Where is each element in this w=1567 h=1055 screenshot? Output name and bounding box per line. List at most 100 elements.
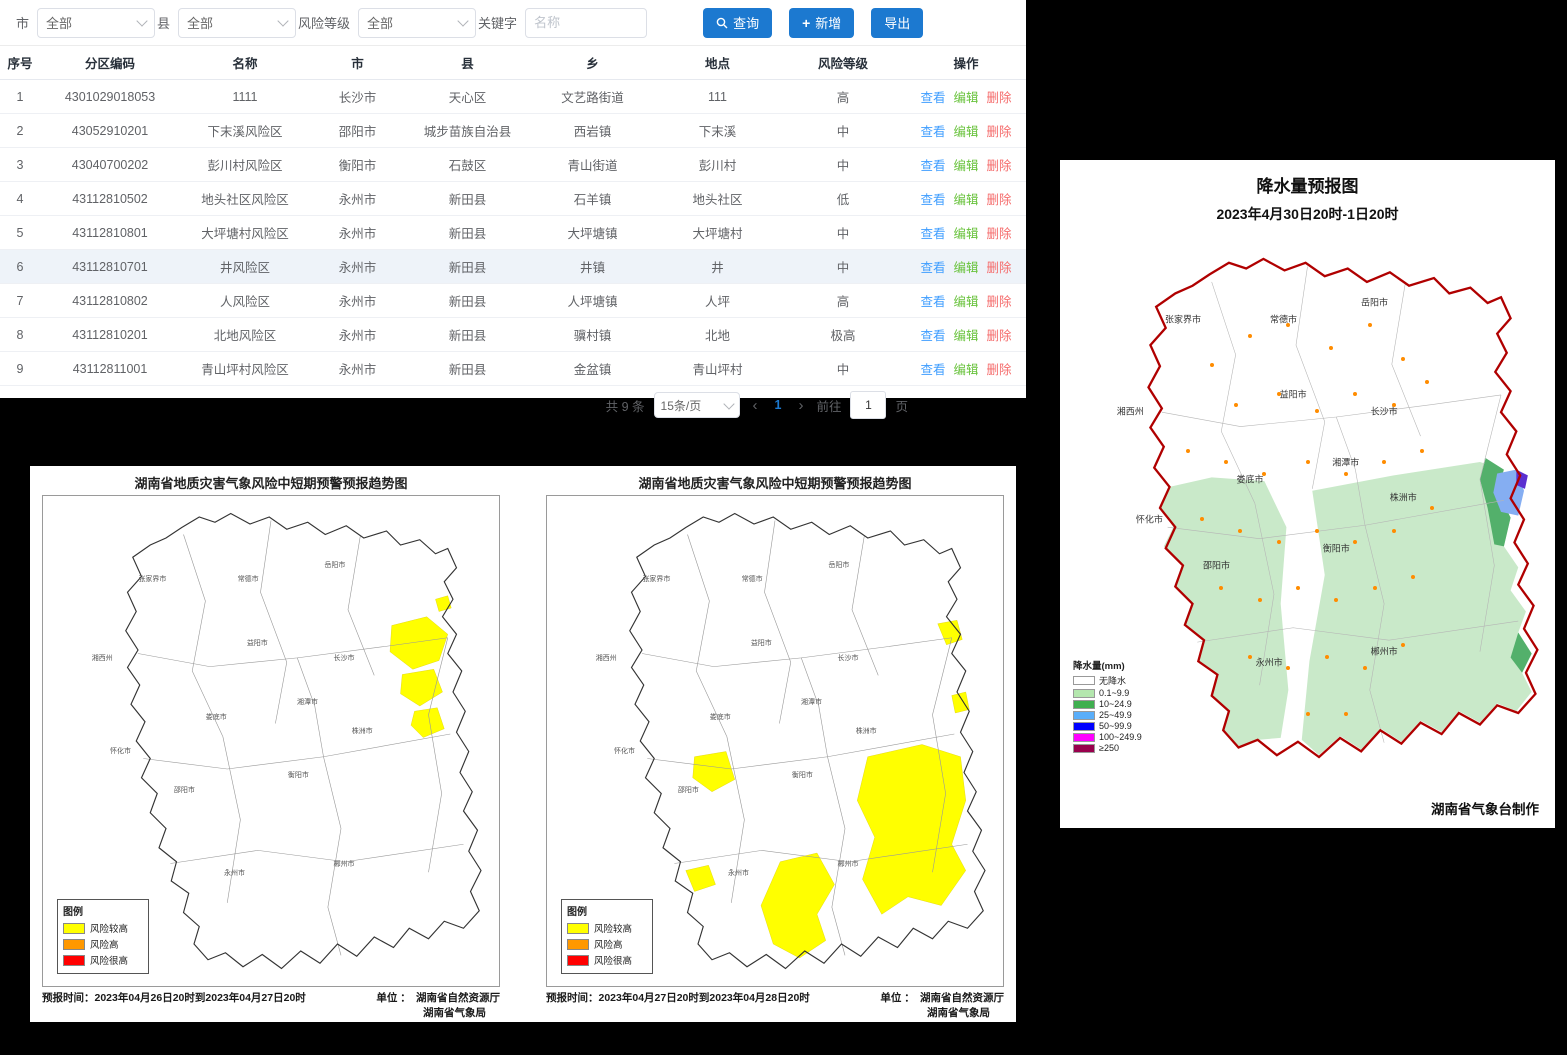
edit-link[interactable]: 编辑 bbox=[953, 329, 978, 343]
table-cell: 彭川村 bbox=[655, 148, 780, 182]
table-cell: 下末溪风险区 bbox=[180, 114, 310, 148]
edit-link[interactable]: 编辑 bbox=[953, 261, 978, 275]
goto-page-input[interactable] bbox=[850, 391, 886, 419]
current-page[interactable]: 1 bbox=[771, 398, 786, 412]
view-link[interactable]: 查看 bbox=[920, 193, 945, 207]
view-link[interactable]: 查看 bbox=[920, 159, 945, 173]
edit-link[interactable]: 编辑 bbox=[953, 159, 978, 173]
legend-label: ≥250 bbox=[1099, 743, 1119, 753]
table-row[interactable]: 943112811001青山坪村风险区永州市新田县金盆镇青山坪村中查看编辑删除 bbox=[0, 352, 1026, 386]
plus-icon: + bbox=[802, 16, 810, 30]
pagination-total: 共 9 条 bbox=[606, 396, 645, 415]
city-select-value: 全部 bbox=[46, 13, 72, 32]
legend-label: 风险高 bbox=[594, 937, 623, 951]
precip-map-title: 降水量预报图 bbox=[1060, 160, 1555, 197]
col-header-code: 分区编码 bbox=[40, 46, 180, 80]
delete-link[interactable]: 删除 bbox=[987, 125, 1012, 139]
table-row[interactable]: 643112810701井风险区永州市新田县井镇井中查看编辑删除 bbox=[0, 250, 1026, 284]
actions-cell: 查看编辑删除 bbox=[906, 148, 1026, 182]
prev-page-button[interactable]: ‹ bbox=[749, 397, 762, 414]
table-cell: 4 bbox=[0, 182, 40, 216]
delete-link[interactable]: 删除 bbox=[987, 363, 1012, 377]
chevron-down-icon bbox=[136, 15, 147, 26]
legend-item: 风险很高 bbox=[567, 953, 647, 967]
keyword-filter-label: 关键字 bbox=[478, 13, 517, 32]
edit-link[interactable]: 编辑 bbox=[953, 125, 978, 139]
city-filter-label: 市 bbox=[16, 13, 29, 32]
edit-link[interactable]: 编辑 bbox=[953, 91, 978, 105]
filter-bar: 市 全部 县 全部 风险等级 全部 关键字 查询 bbox=[0, 0, 1026, 46]
col-header-risk: 风险等级 bbox=[780, 46, 906, 80]
county-filter-label: 县 bbox=[157, 13, 170, 32]
table-row[interactable]: 743112810802人风险区永州市新田县人坪塘镇人坪高查看编辑删除 bbox=[0, 284, 1026, 318]
delete-link[interactable]: 删除 bbox=[987, 329, 1012, 343]
view-link[interactable]: 查看 bbox=[920, 329, 945, 343]
table-row[interactable]: 443112810502地头社区风险区永州市新田县石羊镇地头社区低查看编辑删除 bbox=[0, 182, 1026, 216]
chevron-down-icon bbox=[457, 15, 468, 26]
app-root: 市 全部 县 全部 风险等级 全部 关键字 查询 bbox=[0, 0, 1567, 1055]
table-cell: 人坪 bbox=[655, 284, 780, 318]
view-link[interactable]: 查看 bbox=[920, 125, 945, 139]
col-header-town: 乡 bbox=[530, 46, 655, 80]
view-link[interactable]: 查看 bbox=[920, 363, 945, 377]
view-link[interactable]: 查看 bbox=[920, 91, 945, 105]
legend-swatch bbox=[1073, 722, 1095, 731]
delete-link[interactable]: 删除 bbox=[987, 261, 1012, 275]
edit-link[interactable]: 编辑 bbox=[953, 295, 978, 309]
table-cell: 新田县 bbox=[405, 284, 530, 318]
delete-link[interactable]: 删除 bbox=[987, 193, 1012, 207]
table-cell: 石羊镇 bbox=[530, 182, 655, 216]
delete-link[interactable]: 删除 bbox=[987, 91, 1012, 105]
table-cell: 43112810201 bbox=[40, 318, 180, 352]
risk-level-select[interactable]: 全部 bbox=[358, 8, 476, 38]
table-cell: 1111 bbox=[180, 80, 310, 114]
precip-panel: 降水量预报图 2023年4月30日20时-1日20时 湘西州张家界市常德市岳阳市… bbox=[1060, 160, 1555, 828]
legend-title: 图例 bbox=[63, 903, 143, 918]
delete-link[interactable]: 删除 bbox=[987, 227, 1012, 241]
table-cell: 中 bbox=[780, 352, 906, 386]
edit-link[interactable]: 编辑 bbox=[953, 363, 978, 377]
edit-link[interactable]: 编辑 bbox=[953, 227, 978, 241]
table-row[interactable]: 243052910201下末溪风险区邵阳市城步苗族自治县西岩镇下末溪中查看编辑删… bbox=[0, 114, 1026, 148]
view-link[interactable]: 查看 bbox=[920, 227, 945, 241]
legend-item: 风险高 bbox=[567, 937, 647, 951]
unit-label: 单位 ： bbox=[376, 992, 405, 1004]
table-cell: 骥村镇 bbox=[530, 318, 655, 352]
add-button[interactable]: + 新增 bbox=[789, 8, 854, 38]
table-row[interactable]: 343040700202彭川村风险区衡阳市石鼓区青山街道彭川村中查看编辑删除 bbox=[0, 148, 1026, 182]
legend-item: 风险很高 bbox=[63, 953, 143, 967]
legend-label: 风险较高 bbox=[594, 921, 632, 935]
table-cell: 永州市 bbox=[310, 182, 405, 216]
export-button[interactable]: 导出 bbox=[871, 8, 923, 38]
delete-link[interactable]: 删除 bbox=[987, 295, 1012, 309]
view-link[interactable]: 查看 bbox=[920, 295, 945, 309]
view-link[interactable]: 查看 bbox=[920, 261, 945, 275]
col-header-county: 县 bbox=[405, 46, 530, 80]
trend-charts-panel: 湖南省地质灾害气象风险中短期预警预报趋势图 湘西州张家界市常德市岳阳市益阳市长沙… bbox=[30, 466, 1016, 1022]
unit-line2: 湖南省气象局 bbox=[927, 1005, 990, 1020]
table-cell: 井镇 bbox=[530, 250, 655, 284]
legend-swatch-orange bbox=[63, 939, 85, 950]
table-cell: 金盆镇 bbox=[530, 352, 655, 386]
table-cell: 新田县 bbox=[405, 250, 530, 284]
table-cell: 1 bbox=[0, 80, 40, 114]
table-row[interactable]: 543112810801大坪塘村风险区永州市新田县大坪塘镇大坪塘村中查看编辑删除 bbox=[0, 216, 1026, 250]
col-header-name: 名称 bbox=[180, 46, 310, 80]
table-row[interactable]: 143010290180531111长沙市天心区文艺路街道111高查看编辑删除 bbox=[0, 80, 1026, 114]
keyword-input[interactable] bbox=[525, 8, 647, 38]
next-page-button[interactable]: › bbox=[794, 397, 807, 414]
table-cell: 2 bbox=[0, 114, 40, 148]
table-cell: 石鼓区 bbox=[405, 148, 530, 182]
edit-link[interactable]: 编辑 bbox=[953, 193, 978, 207]
table-cell: 青山坪村 bbox=[655, 352, 780, 386]
legend-swatch-red bbox=[567, 955, 589, 966]
trend-map-1: 湘西州张家界市常德市岳阳市益阳市长沙市娄底市湘潭市株洲市怀化市邵阳市衡阳市永州市… bbox=[42, 495, 500, 987]
search-button[interactable]: 查询 bbox=[703, 8, 772, 38]
city-select[interactable]: 全部 bbox=[37, 8, 155, 38]
table-row[interactable]: 843112810201北地风险区永州市新田县骥村镇北地极高查看编辑删除 bbox=[0, 318, 1026, 352]
county-select[interactable]: 全部 bbox=[178, 8, 296, 38]
page-size-select[interactable]: 15条/页 bbox=[654, 392, 740, 418]
delete-link[interactable]: 删除 bbox=[987, 159, 1012, 173]
pagination: 共 9 条 15条/页 ‹ 1 › 前往 页 bbox=[0, 386, 1026, 424]
legend-item: 0.1~9.9 bbox=[1073, 688, 1161, 698]
